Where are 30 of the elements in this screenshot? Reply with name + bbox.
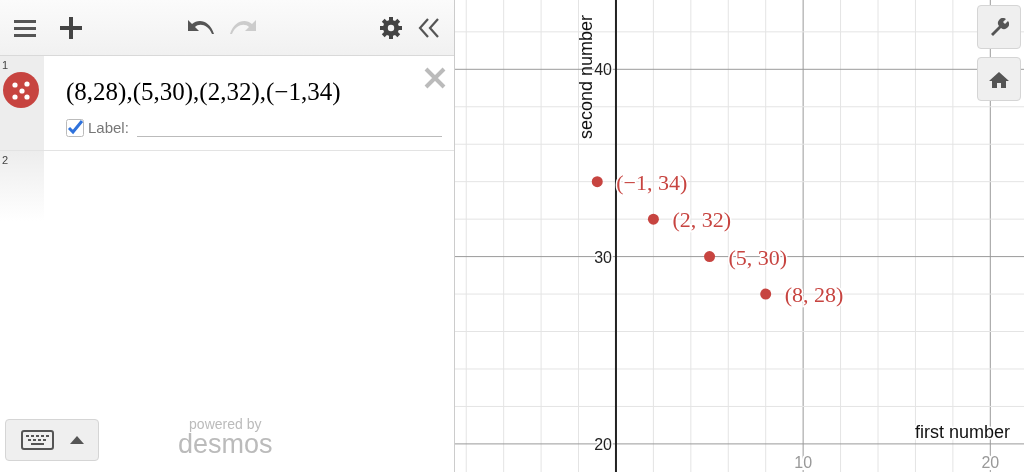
menu-icon[interactable] [14, 18, 36, 37]
wrench-icon[interactable] [977, 5, 1021, 49]
expression-text[interactable]: (8,28),(5,30),(2,32),(−1,34) [66, 73, 454, 111]
desmos-wordmark: desmos [178, 431, 273, 458]
data-point[interactable] [704, 251, 716, 263]
data-point[interactable] [760, 288, 772, 300]
tick-label: 40 [594, 61, 612, 79]
axis-title: first number [914, 421, 1010, 442]
settings-icon[interactable] [380, 16, 402, 39]
undo-icon[interactable] [188, 19, 214, 36]
keyboard-toggle-button[interactable] [5, 419, 99, 461]
tick-label: 20 [594, 435, 612, 453]
line-number: 2 [2, 153, 9, 168]
data-point[interactable] [647, 213, 659, 225]
tick-label: 30 [594, 248, 612, 266]
point-label: (−1, 34) [616, 169, 688, 195]
label-caption: Label: [88, 117, 129, 138]
collapse-icon[interactable] [418, 17, 440, 38]
points-style-icon[interactable] [3, 72, 39, 108]
home-icon[interactable] [977, 57, 1021, 101]
add-icon[interactable] [60, 16, 82, 39]
label-checkbox[interactable] [66, 118, 84, 137]
data-point[interactable] [591, 176, 603, 188]
powered-by-text: powered by [188, 417, 263, 431]
caret-icon [69, 436, 84, 444]
point-label: (5, 30) [728, 244, 788, 270]
line-number: 1 [2, 58, 9, 73]
point-label: (2, 32) [672, 207, 732, 233]
keyboard-icon [20, 430, 54, 450]
point-label: (8, 28) [784, 282, 844, 308]
